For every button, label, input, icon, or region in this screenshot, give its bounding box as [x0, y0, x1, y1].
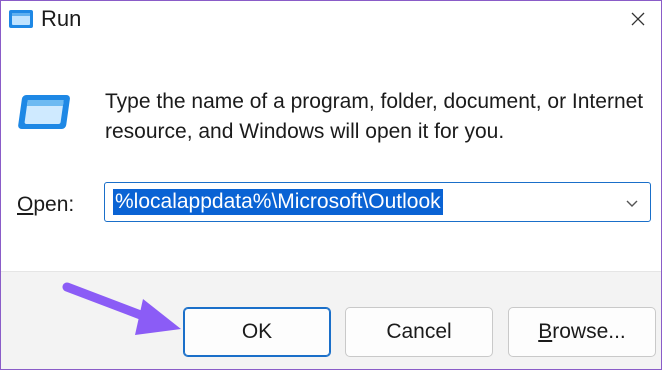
ok-button[interactable]: OK: [183, 307, 331, 357]
open-label: Open:: [17, 193, 75, 216]
close-icon: [631, 12, 645, 26]
browse-button[interactable]: Browse...: [508, 307, 656, 357]
run-icon-large: [18, 95, 70, 129]
title-bar: Run: [1, 1, 661, 41]
run-icon: [9, 10, 33, 28]
dialog-description: Type the name of a program, folder, docu…: [105, 90, 644, 143]
cancel-button[interactable]: Cancel: [345, 307, 493, 357]
close-button[interactable]: [615, 1, 661, 37]
window-title: Run: [41, 6, 82, 31]
chevron-down-icon[interactable]: [624, 195, 640, 211]
open-combobox[interactable]: %localappdata%\Microsoft\Outlook: [104, 182, 651, 222]
run-dialog: Run Type the name of a program, folder, …: [0, 0, 662, 370]
open-input-value[interactable]: %localappdata%\Microsoft\Outlook: [113, 189, 443, 215]
